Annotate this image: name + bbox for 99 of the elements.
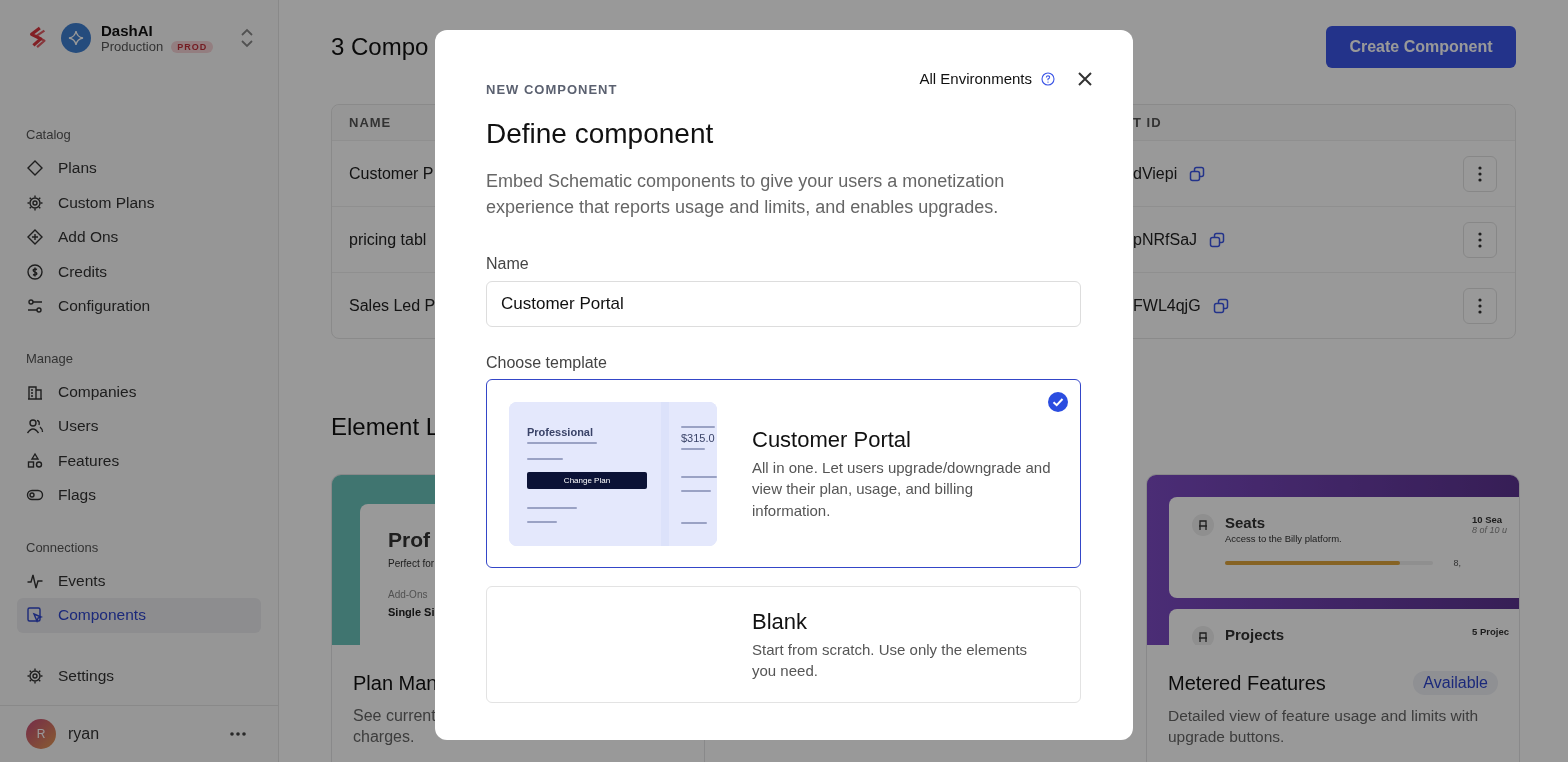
skeleton-line: [527, 441, 597, 444]
row-menu-button[interactable]: [1463, 155, 1497, 192]
sliders-icon: [26, 297, 44, 316]
copy-icon[interactable]: [1209, 231, 1226, 248]
preview-amount: $315.0: [681, 431, 716, 444]
logo-icon: [27, 25, 49, 51]
create-component-button[interactable]: Create Component: [1326, 26, 1516, 68]
table-cell: Sales Led P: [349, 296, 436, 315]
skeleton-line: [527, 457, 563, 460]
template-title: Customer Portal: [752, 425, 912, 454]
column-header: T ID: [1133, 115, 1163, 130]
sidebar-item[interactable]: Credits: [17, 254, 261, 289]
usage-reading: 8,: [1453, 558, 1461, 568]
table-cell: pNRfSaJ: [1133, 230, 1198, 249]
chevron-up-down-icon[interactable]: [240, 27, 254, 49]
shapes-icon: [26, 451, 44, 470]
sidebar-item[interactable]: Settings: [17, 658, 261, 693]
section-title: Connections: [26, 538, 100, 557]
cursor-box-icon: [26, 606, 44, 625]
close-icon[interactable]: [1077, 70, 1093, 87]
template-description: All in one. Let users upgrade/downgrade and view their plan, usage, and billing information.: [752, 457, 1052, 521]
kebab-icon: [1478, 231, 1482, 248]
skeleton-line: [681, 521, 707, 524]
table-cell: FWL4qjG: [1133, 296, 1201, 315]
preview-heading: Prof: [388, 528, 430, 552]
skeleton-line: [681, 447, 705, 450]
sidebar-item[interactable]: Users: [17, 409, 261, 444]
card-description: See current: [353, 706, 437, 726]
feature-usage: 8 of 10 u: [1472, 525, 1508, 535]
sparkle-avatar-icon: [61, 23, 91, 53]
card-title: Plan Man: [353, 671, 438, 695]
sidebar-item[interactable]: Features: [17, 443, 261, 478]
dialog-title: Define component: [486, 117, 715, 151]
component-card[interactable]: Seats Access to the Billy platform. 8, 10 Sea 8 of 10 u Projects 5 Projec Metered Features Available Detailed view of feature usage and limits with upgrade buttons.: [1146, 474, 1520, 762]
more-icon[interactable]: [229, 731, 247, 737]
diamond-plus-icon: [26, 228, 44, 247]
dollar-icon: [26, 262, 44, 281]
kebab-icon: [1478, 297, 1482, 314]
sidebar-item[interactable]: Custom Plans: [17, 185, 261, 220]
preview-button: Change Plan: [527, 471, 647, 489]
environment-name: Production: [101, 39, 164, 54]
card-title: Metered Features: [1168, 671, 1326, 695]
feature-name: Seats: [1225, 514, 1266, 531]
template-description: Start from scratch. Use only the elements you need.: [752, 639, 1029, 681]
template-option[interactable]: Professional Change Plan $315.0 Customer Portal All in one. Let users upgrade/downgrade and view their plan, usage, and billing information.: [486, 379, 1081, 568]
preview-label: Add-Ons: [388, 589, 429, 600]
org-name: DashAI: [101, 22, 154, 39]
feature-icon: [1192, 626, 1214, 645]
table-cell: Customer P: [349, 164, 434, 183]
skeleton-line: [681, 475, 717, 478]
row-menu-button[interactable]: [1463, 287, 1497, 324]
field-label: Choose template: [486, 353, 608, 373]
field-label: Name: [486, 254, 530, 274]
copy-icon[interactable]: [1189, 165, 1206, 182]
sidebar-item[interactable]: Configuration: [17, 289, 261, 324]
template-option[interactable]: Blank Start from scratch. Use only the elements you need.: [486, 586, 1081, 703]
users-icon: [26, 417, 44, 436]
table-cell: pricing tabl: [349, 230, 427, 249]
card-description: charges.: [353, 727, 416, 747]
card-description: Detailed view of feature usage and limits with upgrade buttons.: [1168, 706, 1480, 747]
table-cell: dViepi: [1133, 164, 1178, 183]
sidebar-item[interactable]: Companies: [17, 374, 261, 409]
check-icon: [1048, 392, 1068, 412]
feature-name: Projects: [1225, 626, 1285, 643]
skeleton-line: [527, 506, 577, 509]
kebab-icon: [1478, 165, 1482, 182]
copy-icon[interactable]: [1212, 297, 1229, 314]
section-title: Manage: [26, 349, 74, 368]
diamond-icon: [26, 159, 44, 178]
user-name: ryan: [68, 725, 101, 743]
preview-plan-name: Professional: [527, 425, 595, 438]
skeleton-line: [681, 489, 711, 492]
feature-limit: 5 Projec: [1472, 626, 1509, 637]
feature-limit: 10 Sea: [1472, 514, 1503, 525]
gear-icon: [26, 666, 44, 685]
status-badge: Available: [1413, 671, 1498, 695]
sidebar-item[interactable]: Components: [17, 598, 261, 633]
environment-badge: PROD: [171, 40, 214, 53]
dialog-eyebrow: NEW COMPONENT: [486, 82, 618, 97]
name-input[interactable]: Customer Portal: [486, 281, 1081, 327]
preview-value: Single Si: [388, 606, 436, 618]
dialog-description: Embed Schematic components to give your users a monetization experience that reports usage and limits, and enables upgrades.: [486, 170, 1006, 219]
sidebar-item[interactable]: Events: [17, 563, 261, 598]
row-menu-button[interactable]: [1463, 221, 1497, 258]
sidebar-item[interactable]: Add Ons: [17, 220, 261, 255]
section-title: Catalog: [26, 126, 72, 144]
environment-label: All Environments: [919, 70, 1032, 87]
help-icon[interactable]: [1041, 71, 1055, 86]
feature-description: Access to the Billy platform.: [1225, 533, 1342, 544]
feature-icon: [1192, 514, 1214, 536]
gear-icon: [26, 193, 44, 212]
column-header: NAME: [349, 115, 393, 130]
page-title: 3 Compo: [331, 33, 429, 61]
sidebar-item[interactable]: Flags: [17, 478, 261, 513]
skeleton-line: [527, 520, 557, 523]
skeleton-line: [681, 425, 715, 428]
sidebar-item[interactable]: Plans: [17, 151, 261, 186]
preview-subheading: Perfect for: [388, 558, 436, 569]
template-title: Blank: [752, 607, 809, 636]
